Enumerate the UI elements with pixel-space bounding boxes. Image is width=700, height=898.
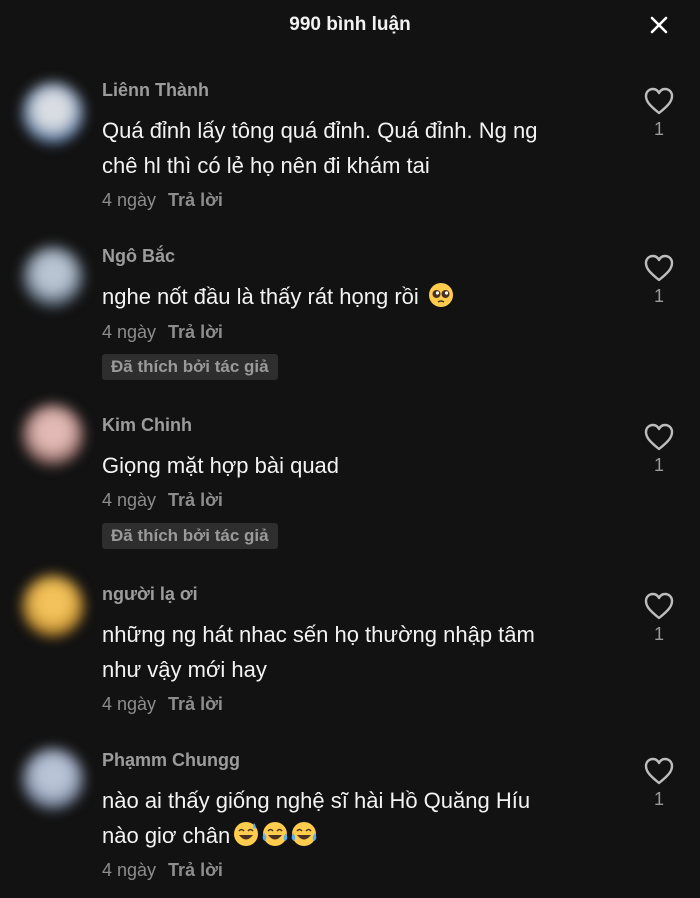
comment-text-line: nào ai thấy giống nghệ sĩ hài Hồ Quăng H…	[102, 788, 531, 813]
comment-time: 4 ngày	[102, 694, 157, 714]
like-count: 1	[653, 119, 664, 139]
avatar[interactable]	[22, 748, 84, 810]
like-control: 1	[640, 422, 678, 476]
avatar[interactable]	[22, 575, 84, 637]
comment-meta: 4 ngày Trả lời	[102, 190, 223, 211]
reply-button[interactable]: Trả lời	[168, 694, 223, 714]
liked-by-creator-badge: Đã thích bởi tác giả	[102, 354, 278, 380]
tears-of-joy-emoji	[262, 822, 288, 846]
comment-time: 4 ngày	[102, 190, 157, 210]
like-control: 1	[640, 86, 678, 140]
comment-text: Quá đỉnh lấy tông quá đỉnh. Quá đỉnh. Ng…	[102, 113, 622, 183]
comment-time: 4 ngày	[102, 322, 157, 342]
heart-icon[interactable]	[643, 86, 675, 116]
reply-button[interactable]: Trả lời	[168, 190, 223, 210]
comment-text-line: Quá đỉnh lấy tông quá đỉnh. Quá đỉnh. Ng…	[102, 118, 538, 143]
like-control: 1	[640, 756, 678, 810]
comment-username[interactable]: người lạ ơi	[102, 584, 198, 605]
avatar[interactable]	[22, 404, 84, 466]
comment-meta: 4 ngày Trả lời	[102, 322, 223, 343]
comment-time: 4 ngày	[102, 860, 157, 880]
comment-text-line: chê hl thì có lẻ họ nên đi khám tai	[102, 153, 430, 178]
like-count: 1	[653, 455, 664, 475]
comment-meta: 4 ngày Trả lời	[102, 694, 223, 715]
like-count: 1	[653, 286, 664, 306]
heart-icon[interactable]	[643, 253, 675, 283]
comment-username[interactable]: Phạmm Chungg	[102, 750, 240, 771]
reply-button[interactable]: Trả lời	[168, 322, 223, 342]
reply-button[interactable]: Trả lời	[168, 490, 223, 510]
avatar[interactable]	[22, 82, 84, 144]
comment-username[interactable]: Liênn Thành	[102, 80, 209, 101]
heart-icon[interactable]	[643, 756, 675, 786]
comment-text-line: Giọng mặt hợp bài quad	[102, 453, 340, 478]
tears-of-joy-emoji	[291, 822, 317, 846]
comment-count-title: 990 bình luận	[289, 14, 411, 35]
liked-by-creator-badge: Đã thích bởi tác giả	[102, 523, 278, 549]
like-control: 1	[640, 591, 678, 645]
comment-text-line: nào giơ chân	[102, 823, 231, 848]
comments-header: 990 bình luận	[0, 0, 700, 50]
comment-meta: 4 ngày Trả lời	[102, 860, 223, 881]
comment-text: Giọng mặt hợp bài quad	[102, 448, 622, 483]
comment-text: nào ai thấy giống nghệ sĩ hài Hồ Quăng H…	[102, 783, 622, 853]
grinning-sweat-emoji	[234, 822, 259, 846]
close-icon[interactable]	[644, 10, 674, 40]
comment-time: 4 ngày	[102, 490, 157, 510]
heart-icon[interactable]	[643, 591, 675, 621]
like-count: 1	[653, 789, 664, 809]
comment-text-line: nghe nốt đầu là thấy rát họng rồi	[102, 284, 419, 309]
like-control: 1	[640, 253, 678, 307]
pleading-face-emoji	[428, 283, 453, 307]
heart-icon[interactable]	[643, 422, 675, 452]
like-count: 1	[653, 624, 664, 644]
comment-text: những ng hát nhac sến họ thường nhập tâm…	[102, 617, 622, 687]
avatar[interactable]	[22, 246, 84, 308]
comment-username[interactable]: Kim Chinh	[102, 415, 192, 436]
comment-text-line: như vậy mới hay	[102, 657, 267, 682]
comment-meta: 4 ngày Trả lời	[102, 490, 223, 511]
comment-text-line: những ng hát nhac sến họ thường nhập tâm	[102, 622, 535, 647]
comment-text: nghe nốt đầu là thấy rát họng rồi	[102, 279, 622, 314]
comment-username[interactable]: Ngô Bắc	[102, 246, 175, 267]
reply-button[interactable]: Trả lời	[168, 860, 223, 880]
